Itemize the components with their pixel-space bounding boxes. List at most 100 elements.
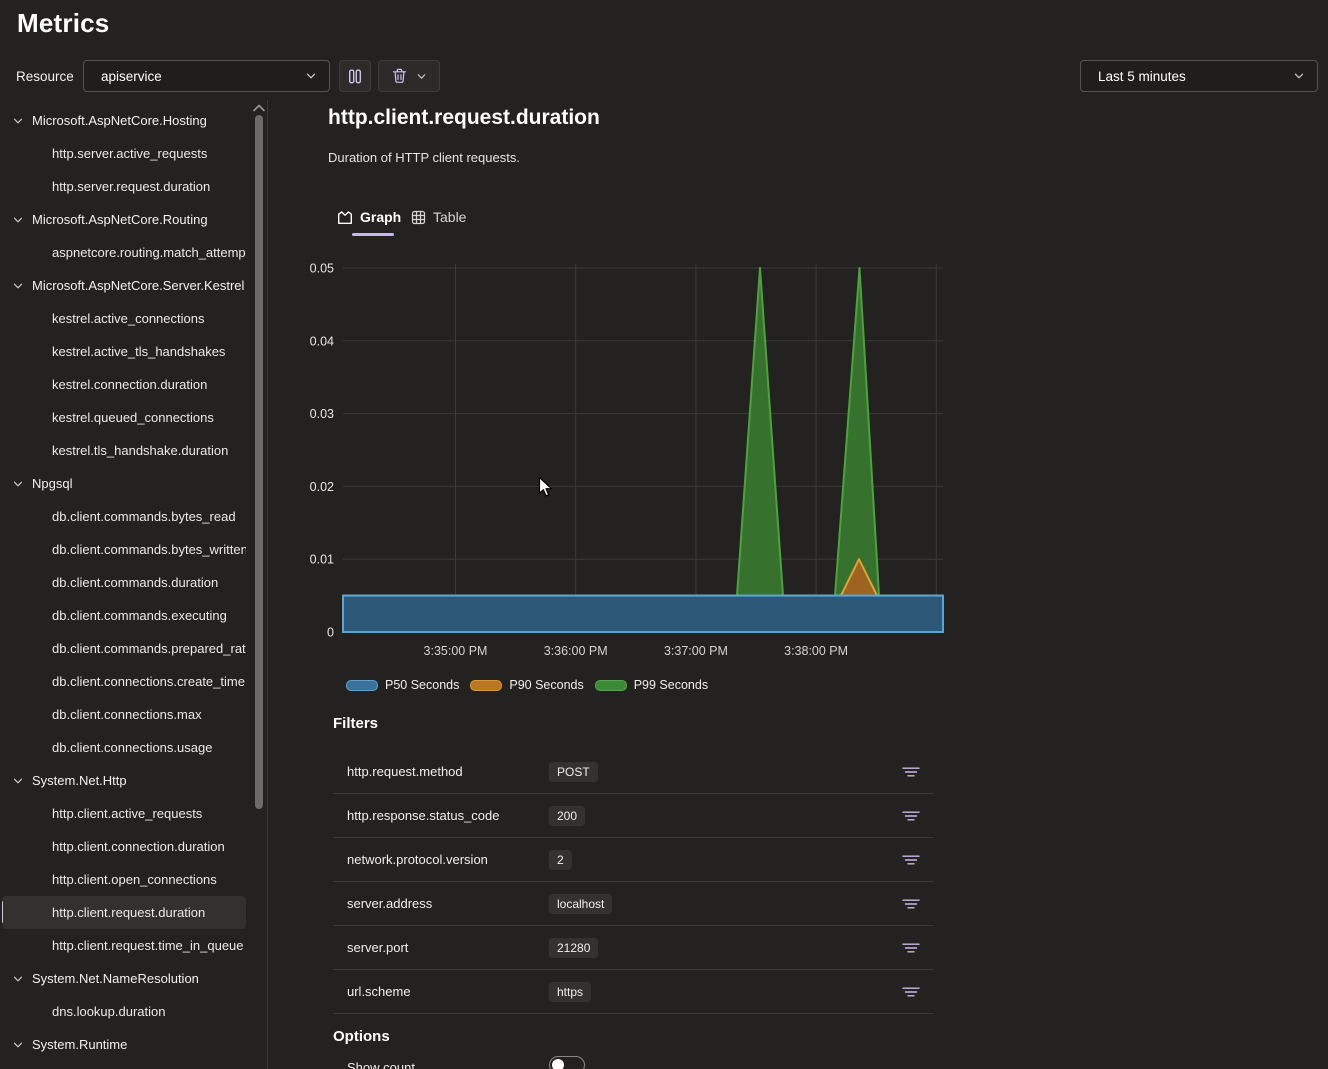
filter-row-url.scheme: url.schemehttps <box>333 970 933 1014</box>
sidebar-row-label: kestrel.active_connections <box>52 311 204 326</box>
time-range-select[interactable]: Last 5 minutes <box>1080 60 1318 92</box>
trash-icon <box>392 68 407 84</box>
x-tick-label: 3:35:00 PM <box>424 644 488 658</box>
x-tick-label: 3:38:00 PM <box>784 644 848 658</box>
sidebar-item-db.client.commands.bytes_written[interactable]: db.client.commands.bytes_written <box>0 533 246 566</box>
table-tab-icon <box>411 210 426 225</box>
filter-icon[interactable] <box>902 985 920 999</box>
metrics-tree: Microsoft.AspNetCore.Hosting http.server.… <box>0 104 268 1061</box>
sidebar-item-db.client.commands.executing[interactable]: db.client.commands.executing <box>0 599 246 632</box>
pause-button[interactable] <box>339 60 371 92</box>
filter-row-network.protocol.version: network.protocol.version2 <box>333 838 933 882</box>
chevron-down-icon <box>12 478 24 490</box>
y-tick-label: 0.01 <box>310 553 334 567</box>
remove-metrics-button[interactable] <box>378 60 440 92</box>
sidebar-group-System.Net.NameResolution[interactable]: System.Net.NameResolution <box>0 962 246 995</box>
tab-graph[interactable]: Graph <box>337 209 401 225</box>
sidebar-row-label: db.client.commands.bytes_written <box>52 542 246 557</box>
filter-value-badge: localhost <box>549 894 612 914</box>
scroll-up-icon[interactable] <box>252 103 266 113</box>
filter-name: server.port <box>347 940 549 955</box>
sidebar-row-label: http.client.active_requests <box>52 806 202 821</box>
sidebar-row-label: http.client.request.duration <box>52 905 205 920</box>
filter-icon[interactable] <box>902 765 920 779</box>
sidebar-row-label: http.server.request.duration <box>52 179 210 194</box>
sidebar-group-Microsoft.AspNetCore.Routing[interactable]: Microsoft.AspNetCore.Routing <box>0 203 246 236</box>
sidebar-item-kestrel.queued_connections[interactable]: kestrel.queued_connections <box>0 401 246 434</box>
sidebar-group-Microsoft.AspNetCore.Hosting[interactable]: Microsoft.AspNetCore.Hosting <box>0 104 246 137</box>
sidebar-row-label: db.client.connections.create_time <box>52 674 245 689</box>
filter-icon[interactable] <box>902 809 920 823</box>
filter-name: url.scheme <box>347 984 549 999</box>
sidebar-row-label: http.client.connection.duration <box>52 839 225 854</box>
filter-row-http.request.method: http.request.methodPOST <box>333 750 933 794</box>
sidebar-item-db.client.commands.bytes_read[interactable]: db.client.commands.bytes_read <box>0 500 246 533</box>
sidebar-group-Npgsql[interactable]: Npgsql <box>0 467 246 500</box>
sidebar-item-kestrel.tls_handshake.duration[interactable]: kestrel.tls_handshake.duration <box>0 434 246 467</box>
selected-indicator <box>2 901 3 923</box>
y-tick-label: 0.05 <box>310 262 334 276</box>
resource-label: Resource <box>16 69 74 84</box>
filter-value-badge: https <box>549 982 591 1002</box>
sidebar-item-http.client.active_requests[interactable]: http.client.active_requests <box>0 797 246 830</box>
filter-row-server.port: server.port21280 <box>333 926 933 970</box>
sidebar-item-http.client.connection.duration[interactable]: http.client.connection.duration <box>0 830 246 863</box>
sidebar-scrollbar-thumb[interactable] <box>255 115 263 809</box>
sidebar-row-label: Microsoft.AspNetCore.Server.Kestrel <box>32 278 244 293</box>
sidebar-row-label: Npgsql <box>32 476 72 491</box>
sidebar-row-label: System.Net.Http <box>32 773 127 788</box>
legend-item-p50-seconds[interactable]: P50 Seconds <box>346 678 459 692</box>
sidebar-item-aspnetcore.routing.match_attempts[interactable]: aspnetcore.routing.match_attempts <box>0 236 246 269</box>
legend-label: P99 Seconds <box>634 678 708 692</box>
sidebar-row-label: aspnetcore.routing.match_attempts <box>52 245 246 260</box>
filter-name: server.address <box>347 896 549 911</box>
sidebar-item-dns.lookup.duration[interactable]: dns.lookup.duration <box>0 995 246 1028</box>
sidebar-item-http.server.active_requests[interactable]: http.server.active_requests <box>0 137 246 170</box>
sidebar-item-db.client.commands.prepared_ratio[interactable]: db.client.commands.prepared_ratio <box>0 632 246 665</box>
sidebar-item-db.client.connections.create_time[interactable]: db.client.connections.create_time <box>0 665 246 698</box>
sidebar-row-label: db.client.connections.max <box>52 707 202 722</box>
sidebar-item-http.client.request.time_in_queue[interactable]: http.client.request.time_in_queue <box>0 929 246 962</box>
sidebar-item-http.server.request.duration[interactable]: http.server.request.duration <box>0 170 246 203</box>
sidebar-row-label: kestrel.active_tls_handshakes <box>52 344 225 359</box>
sidebar-item-kestrel.active_tls_handshakes[interactable]: kestrel.active_tls_handshakes <box>0 335 246 368</box>
chart-canvas: 00.010.020.030.040.053:35:00 PM3:36:00 P… <box>300 250 960 670</box>
tab-table[interactable]: Table <box>411 209 466 225</box>
sidebar-row-label: kestrel.queued_connections <box>52 410 214 425</box>
sidebar-item-db.client.connections.max[interactable]: db.client.connections.max <box>0 698 246 731</box>
toggle-knob <box>552 1059 564 1069</box>
sidebar-group-System.Runtime[interactable]: System.Runtime <box>0 1028 246 1061</box>
show-count-toggle[interactable] <box>549 1056 585 1069</box>
chart-legend: P50 Seconds P90 Seconds P99 Seconds <box>346 678 708 692</box>
sidebar-group-System.Net.Http[interactable]: System.Net.Http <box>0 764 246 797</box>
sidebar-item-http.client.request.duration[interactable]: http.client.request.duration <box>2 896 246 929</box>
filter-name: http.request.method <box>347 764 549 779</box>
sidebar-row-label: System.Net.NameResolution <box>32 971 199 986</box>
sidebar-row-label: http.server.active_requests <box>52 146 207 161</box>
x-tick-label: 3:37:00 PM <box>664 644 728 658</box>
chevron-down-icon <box>12 973 24 985</box>
sidebar-row-label: db.client.connections.usage <box>52 740 212 755</box>
chevron-down-icon <box>12 775 24 787</box>
metric-description: Duration of HTTP client requests. <box>328 150 520 165</box>
sidebar-row-label: db.client.commands.bytes_read <box>52 509 236 524</box>
filter-icon[interactable] <box>902 897 920 911</box>
sidebar-item-db.client.connections.usage[interactable]: db.client.connections.usage <box>0 731 246 764</box>
y-tick-label: 0.03 <box>310 407 334 421</box>
sidebar-item-http.client.open_connections[interactable]: http.client.open_connections <box>0 863 246 896</box>
legend-swatch <box>470 680 502 691</box>
filter-value-badge: 21280 <box>549 938 598 958</box>
tab-selected-underline <box>352 233 394 236</box>
filter-icon[interactable] <box>902 853 920 867</box>
resource-select[interactable]: apiservice <box>83 60 330 92</box>
sidebar-group-Microsoft.AspNetCore.Server.Kestrel[interactable]: Microsoft.AspNetCore.Server.Kestrel <box>0 269 246 302</box>
sidebar-item-kestrel.connection.duration[interactable]: kestrel.connection.duration <box>0 368 246 401</box>
filters-table: http.request.methodPOSThttp.response.sta… <box>333 750 933 1014</box>
filter-icon[interactable] <box>902 941 920 955</box>
legend-item-p99-seconds[interactable]: P99 Seconds <box>595 678 708 692</box>
chevron-down-icon <box>1293 70 1305 82</box>
sidebar-item-kestrel.active_connections[interactable]: kestrel.active_connections <box>0 302 246 335</box>
sidebar-item-db.client.commands.duration[interactable]: db.client.commands.duration <box>0 566 246 599</box>
chevron-down-icon <box>305 70 317 82</box>
legend-item-p90-seconds[interactable]: P90 Seconds <box>470 678 583 692</box>
